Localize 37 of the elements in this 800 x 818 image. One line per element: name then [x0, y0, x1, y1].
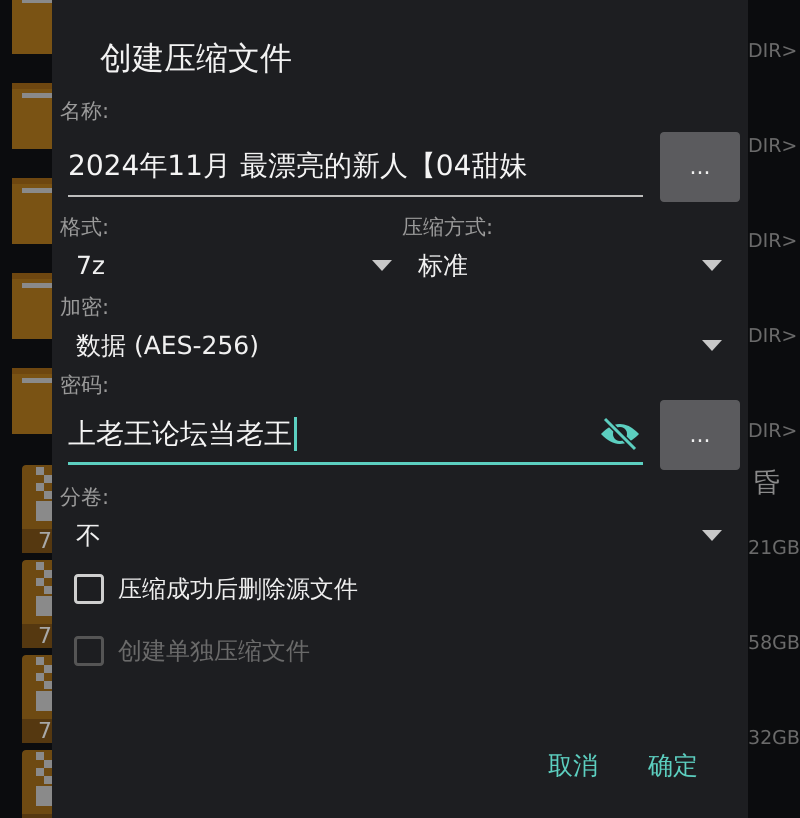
password-field[interactable]: 上老王论坛当老王	[68, 405, 643, 465]
dropdown-arrow-icon	[702, 530, 722, 540]
checkbox-label: 创建单独压缩文件	[118, 636, 310, 667]
text-caret	[294, 416, 297, 450]
archive-label: 7	[38, 529, 52, 554]
field-label: 格式:	[60, 214, 110, 241]
field-label: 密码:	[60, 372, 110, 399]
dropdown-arrow-icon	[702, 340, 722, 350]
encryption-dropdown[interactable]: 数据 (AES-256)	[60, 322, 732, 368]
dropdown-arrow-icon	[702, 260, 722, 270]
checkbox-label: 压缩成功后删除源文件	[118, 574, 358, 605]
split-dropdown[interactable]: 不	[60, 512, 732, 558]
file-size: DIR>	[748, 40, 798, 62]
field-label: 压缩方式:	[402, 214, 494, 241]
dialog-title: 创建压缩文件	[100, 38, 293, 79]
file-size: DIR>	[748, 135, 798, 157]
archive-label: 7	[38, 719, 52, 744]
dropdown-arrow-icon	[372, 260, 392, 270]
field-label: 加密:	[60, 294, 110, 321]
file-size: 21GB	[748, 537, 800, 559]
name-field[interactable]: 2024年11月 最漂亮的新人【04甜妹	[68, 137, 643, 197]
eye-off-icon[interactable]	[599, 416, 641, 452]
browse-button[interactable]: ...	[660, 132, 740, 202]
dialog-button[interactable]: 取消	[546, 745, 600, 786]
field-label: 分卷:	[60, 484, 110, 511]
file-size: DIR>	[748, 325, 798, 347]
file-name: 昏	[754, 467, 780, 500]
dialog-button[interactable]: 确定	[646, 745, 700, 786]
method-dropdown[interactable]: 标准	[402, 242, 732, 288]
file-size: DIR>	[748, 420, 798, 442]
browse-button[interactable]: ...	[660, 400, 740, 470]
file-size: 32GB	[748, 727, 800, 749]
field-label: 名称:	[60, 98, 110, 125]
file-size: 58GB	[748, 632, 800, 654]
file-size: DIR>	[748, 230, 798, 252]
format-dropdown[interactable]: 7z	[60, 242, 402, 288]
archive-label: 7	[38, 624, 52, 649]
